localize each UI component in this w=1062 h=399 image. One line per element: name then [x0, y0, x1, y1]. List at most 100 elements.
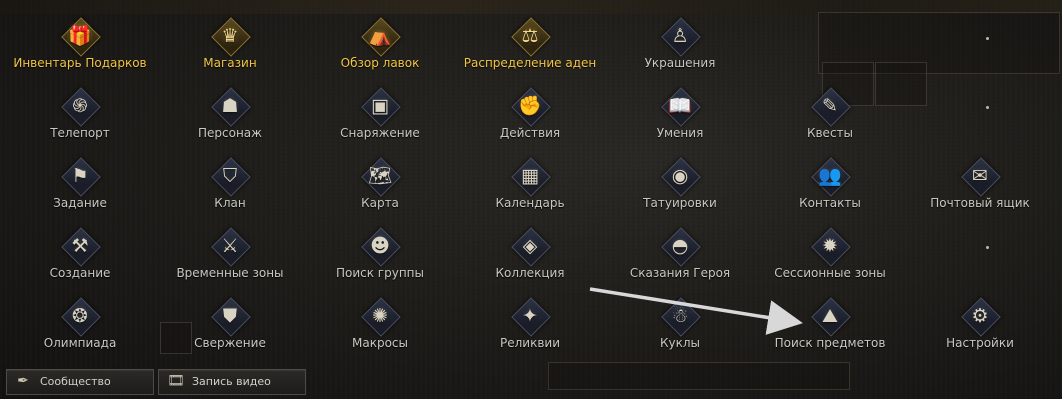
menu-item-label: Сказания Героя — [629, 266, 731, 280]
gift-inventory-icon: 🎁 — [61, 17, 101, 57]
icon-glyph: ✎ — [822, 95, 838, 117]
menu-item-collection[interactable]: ◈ Коллекция — [455, 227, 605, 286]
icon-glyph: ֍ — [72, 95, 88, 117]
menu-item-label: Снаряжение — [340, 126, 420, 140]
icon-glyph: ⛰ — [822, 305, 838, 327]
menu-item-label: Умения — [656, 126, 704, 140]
menu-item-relics[interactable]: ✦ Реликвии — [455, 297, 605, 356]
menu-item-crossed-swords[interactable]: ⚔ Временные зоны — [155, 227, 305, 286]
menu-item-overthrow[interactable]: ⛊ Свержение — [155, 297, 305, 356]
icon-glyph: ⚖ — [521, 25, 539, 47]
menu-item-olympiad[interactable]: ❂ Олимпиада — [5, 297, 155, 356]
menu-item-label: Куклы — [659, 336, 700, 350]
icon-glyph: ♛ — [221, 25, 239, 47]
book-icon: 📖 — [661, 87, 701, 127]
menu-item-gift-inventory[interactable]: 🎁 Инвентарь Подарков — [5, 17, 155, 76]
menu-item-quest-scroll[interactable]: ✎ Квесты — [755, 87, 905, 146]
menu-item-teleport[interactable]: ֍ Телепорт — [5, 87, 155, 146]
icon-glyph: ⚒ — [71, 235, 89, 257]
clan-shield-icon: ⛉ — [211, 157, 251, 197]
menu-item-party-search[interactable]: ☻ Поиск группы — [305, 227, 455, 286]
menu-item-label: Действия — [499, 126, 561, 140]
contacts-icon: 👥 — [811, 157, 851, 197]
icon-glyph: ◈ — [522, 235, 538, 257]
menu-item-label: Татуировки — [643, 196, 717, 210]
menu-item-calendar[interactable]: ▦ Календарь — [455, 157, 605, 216]
menu-item-mannequin[interactable]: ♙ Украшения — [605, 17, 755, 76]
menu-item-label: Квесты — [806, 126, 854, 140]
menu-item-stalls[interactable]: ⛺ Обзор лавок — [305, 17, 455, 76]
icon-glyph: ⛊ — [222, 305, 238, 327]
menu-item-character[interactable]: ☗ Персонаж — [155, 87, 305, 146]
menu-item-mailbox[interactable]: ✉ Почтовый ящик — [905, 157, 1055, 216]
menu-item-equipment[interactable]: ▣ Снаряжение — [305, 87, 455, 146]
hero-tales-icon: ◓ — [661, 227, 701, 267]
menu-item-label: Клан — [214, 196, 246, 210]
collection-icon: ◈ — [511, 227, 551, 267]
icon-glyph: ⚙ — [971, 305, 989, 327]
menu-item-label: Настройки — [946, 336, 1014, 350]
tattoo-icon: ◉ — [661, 157, 701, 197]
icon-glyph: 📖 — [668, 95, 692, 117]
icon-glyph: ☗ — [221, 95, 239, 117]
menu-item-label: Временные зоны — [176, 266, 284, 280]
stalls-icon: ⛺ — [361, 17, 401, 57]
menu-item-session-zones[interactable]: ✹ Сессионные зоны — [755, 227, 905, 286]
menu-item-clan-shield[interactable]: ⛉ Клан — [155, 157, 305, 216]
icon-glyph: ♙ — [671, 25, 689, 47]
icon-glyph: 🎁 — [68, 25, 92, 47]
menu-item-label: Магазин — [203, 56, 257, 70]
menu-item-label: Контакты — [799, 196, 861, 210]
menu-item-label: Создание — [49, 266, 111, 280]
empty-slot-dot — [986, 246, 989, 249]
icon-glyph: ⚔ — [221, 235, 239, 257]
icon-glyph: ▣ — [371, 95, 389, 117]
mannequin-icon: ♙ — [661, 17, 701, 57]
icon-glyph: ✦ — [522, 305, 538, 327]
mailbox-icon: ✉ — [961, 157, 1001, 197]
crossed-swords-icon: ⚔ — [211, 227, 251, 267]
icon-glyph: ✊ — [518, 95, 542, 117]
menu-item-book[interactable]: 📖 Умения — [605, 87, 755, 146]
menu-item-tattoo[interactable]: ◉ Татуировки — [605, 157, 755, 216]
menu-item-label: Задание — [53, 196, 107, 210]
menu-item-label: Карта — [361, 196, 399, 210]
menu-item-label: Свержение — [194, 336, 266, 350]
video-record-button[interactable]: 🎞 Запись видео — [158, 369, 306, 395]
menu-item-fist[interactable]: ✊ Действия — [455, 87, 605, 146]
menu-item-task-flag[interactable]: ⚑ Задание — [5, 157, 155, 216]
community-button[interactable]: ✒ Сообщество — [6, 369, 154, 395]
menu-item-label: Инвентарь Подарков — [13, 56, 147, 70]
menu-item-label: Поиск предметов — [774, 336, 886, 350]
menu-item-macros[interactable]: ✺ Макросы — [305, 297, 455, 356]
menu-item-craft[interactable]: ⚒ Создание — [5, 227, 155, 286]
shop-icon: ♛ — [211, 17, 251, 57]
teleport-icon: ֍ — [61, 87, 101, 127]
menu-item-settings[interactable]: ⚙ Настройки — [905, 297, 1055, 356]
menu-item-label: Почтовый ящик — [930, 196, 1030, 210]
olympiad-icon: ❂ — [61, 297, 101, 337]
menu-item-dolls[interactable]: ☃ Куклы — [605, 297, 755, 356]
community-button-label: Сообщество — [40, 375, 111, 388]
menu-item-hero-tales[interactable]: ◓ Сказания Героя — [605, 227, 755, 286]
fist-icon: ✊ — [511, 87, 551, 127]
menu-item-label: Сессионные зоны — [774, 266, 886, 280]
menu-item-item-search[interactable]: ⛰ Поиск предметов — [755, 297, 905, 356]
empty-slot-dot — [986, 106, 989, 109]
item-search-icon: ⛰ — [811, 297, 851, 337]
icon-glyph: 👥 — [818, 165, 842, 187]
macros-icon: ✺ — [361, 297, 401, 337]
community-quill-icon: ✒ — [17, 373, 29, 389]
relics-icon: ✦ — [511, 297, 551, 337]
menu-item-map[interactable]: 🗺 Карта — [305, 157, 455, 216]
menu-item-contacts[interactable]: 👥 Контакты — [755, 157, 905, 216]
background-bar — [548, 362, 850, 390]
icon-glyph: 🗺 — [367, 165, 393, 187]
menu-item-scales[interactable]: ⚖ Распределение аден — [455, 17, 605, 76]
icon-glyph: ⚑ — [71, 165, 89, 187]
equipment-icon: ▣ — [361, 87, 401, 127]
menu-item-label: Персонаж — [198, 126, 262, 140]
session-zones-icon: ✹ — [811, 227, 851, 267]
icon-glyph: ⛉ — [222, 165, 238, 187]
menu-item-shop[interactable]: ♛ Магазин — [155, 17, 305, 76]
